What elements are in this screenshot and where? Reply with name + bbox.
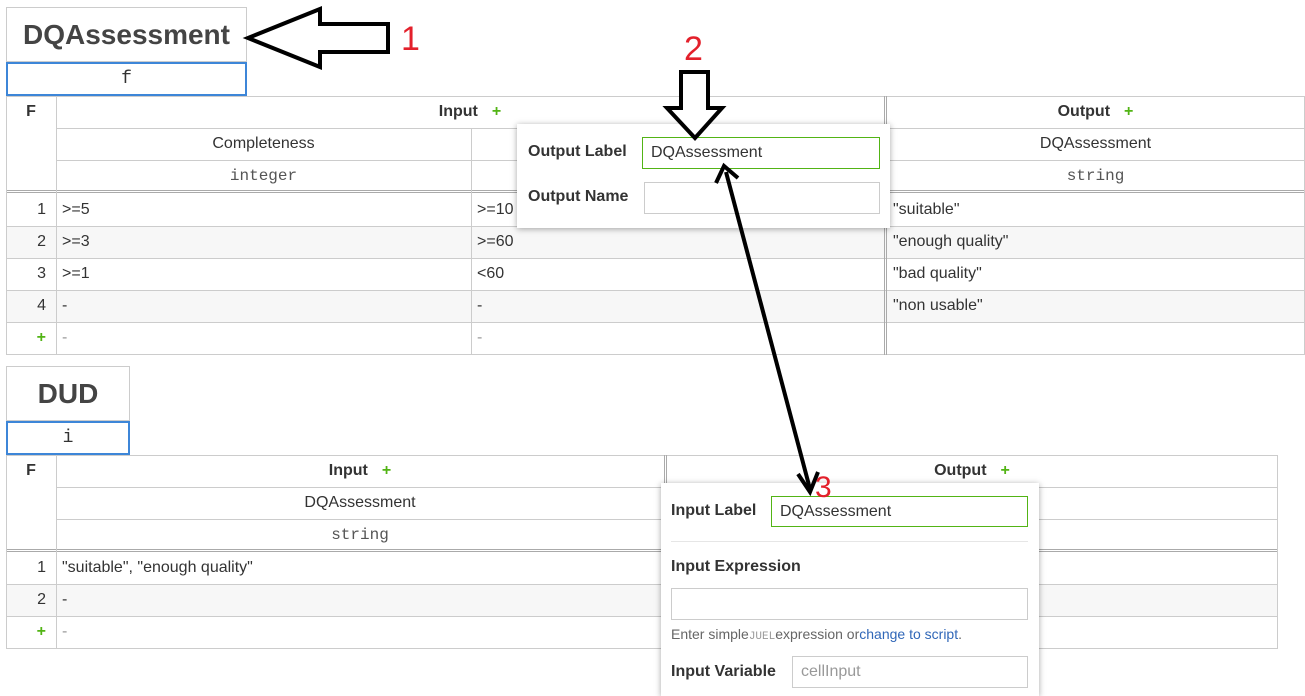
rule-cell[interactable]: >=1 bbox=[56, 258, 471, 290]
table2-input-label[interactable]: DQAssessment bbox=[56, 487, 664, 519]
input-variable-input[interactable]: cellInput bbox=[792, 656, 1028, 688]
table1-input-header: Input bbox=[438, 103, 478, 120]
input-variable-label: Input Variable bbox=[671, 663, 776, 680]
rule-cell[interactable]: "suitable", "enough quality" bbox=[56, 552, 664, 584]
input-expression-hint: Enter simpleJUELexpression orchange to s… bbox=[671, 626, 962, 643]
output-settings-popup: Output Label DQAssessment Output Name bbox=[517, 124, 890, 228]
annotation-arrow-1 bbox=[242, 6, 390, 70]
rule-output-cell[interactable]: "bad quality" bbox=[887, 258, 1304, 290]
table2-hit-policy-header: F bbox=[26, 462, 36, 479]
table2-add-rule-button[interactable]: + bbox=[37, 623, 46, 641]
hint-suffix: . bbox=[958, 626, 962, 642]
input-settings-popup: Input Label DQAssessment Input Expressio… bbox=[661, 483, 1039, 696]
table1-hit-policy[interactable]: f bbox=[6, 62, 247, 96]
hint-prefix: Enter simple bbox=[671, 626, 749, 642]
rule-output-cell[interactable]: "enough quality" bbox=[887, 226, 1304, 258]
rule-cell[interactable]: >=5 bbox=[56, 194, 471, 226]
output-label-label: Output Label bbox=[528, 143, 627, 160]
rule-number: 3 bbox=[37, 265, 46, 282]
table1-add-input-button[interactable]: + bbox=[492, 103, 501, 121]
table1-add-output-button[interactable]: + bbox=[1124, 103, 1133, 121]
annotation-label-2: 2 bbox=[684, 30, 703, 68]
table2-output-header: Output bbox=[934, 462, 987, 479]
input-label-label: Input Label bbox=[671, 502, 757, 519]
output-name-input[interactable] bbox=[644, 182, 880, 214]
rule-output-cell[interactable]: "non usable" bbox=[887, 290, 1304, 322]
annotation-label-1: 1 bbox=[401, 20, 420, 58]
new-rule-cell[interactable]: - bbox=[471, 322, 884, 354]
table2-name[interactable]: DUD bbox=[6, 366, 130, 421]
table2-add-input-button[interactable]: + bbox=[382, 462, 391, 480]
output-label-input[interactable]: DQAssessment bbox=[642, 137, 880, 169]
input-label-input[interactable]: DQAssessment bbox=[771, 496, 1028, 527]
rule-cell[interactable]: >=60 bbox=[471, 226, 884, 258]
table1-output-type[interactable]: string bbox=[887, 160, 1304, 192]
rule-number: 2 bbox=[37, 233, 46, 250]
hint-code: JUEL bbox=[748, 631, 776, 643]
rule-number: 1 bbox=[37, 559, 46, 576]
rule-number: 1 bbox=[37, 201, 46, 218]
table1-output-header: Output bbox=[1057, 103, 1111, 120]
new-rule-cell[interactable]: - bbox=[56, 616, 664, 648]
rule-output-cell[interactable]: "suitable" bbox=[887, 194, 1304, 226]
rule-cell[interactable]: <60 bbox=[471, 258, 884, 290]
rule-cell[interactable]: - bbox=[56, 290, 471, 322]
rule-number: 4 bbox=[37, 297, 46, 314]
output-name-label: Output Name bbox=[528, 188, 629, 205]
table2-input-type[interactable]: string bbox=[56, 519, 664, 551]
table2-add-output-button[interactable]: + bbox=[1001, 462, 1010, 480]
rule-number: 2 bbox=[37, 591, 46, 608]
table1-input-label[interactable]: Completeness bbox=[56, 128, 471, 160]
table1-input-type[interactable]: integer bbox=[56, 160, 471, 192]
input-expression-label: Input Expression bbox=[671, 558, 801, 575]
table1-hit-policy-header: F bbox=[26, 103, 36, 120]
annotation-label-3: 3 bbox=[815, 471, 832, 504]
change-to-script-link[interactable]: change to script bbox=[859, 626, 958, 642]
input-expression-input[interactable] bbox=[671, 588, 1028, 620]
table1-add-rule-button[interactable]: + bbox=[37, 329, 46, 347]
rule-cell[interactable]: >=3 bbox=[56, 226, 471, 258]
table2-input-header: Input bbox=[328, 462, 368, 479]
rule-cell[interactable]: - bbox=[56, 584, 664, 616]
new-rule-cell[interactable]: - bbox=[56, 322, 471, 354]
table1-output-label[interactable]: DQAssessment bbox=[887, 128, 1304, 160]
table1-name[interactable]: DQAssessment bbox=[6, 7, 247, 62]
table2-hit-policy[interactable]: i bbox=[6, 421, 130, 455]
hint-middle: expression or bbox=[775, 626, 860, 642]
rule-cell[interactable]: - bbox=[471, 290, 884, 322]
